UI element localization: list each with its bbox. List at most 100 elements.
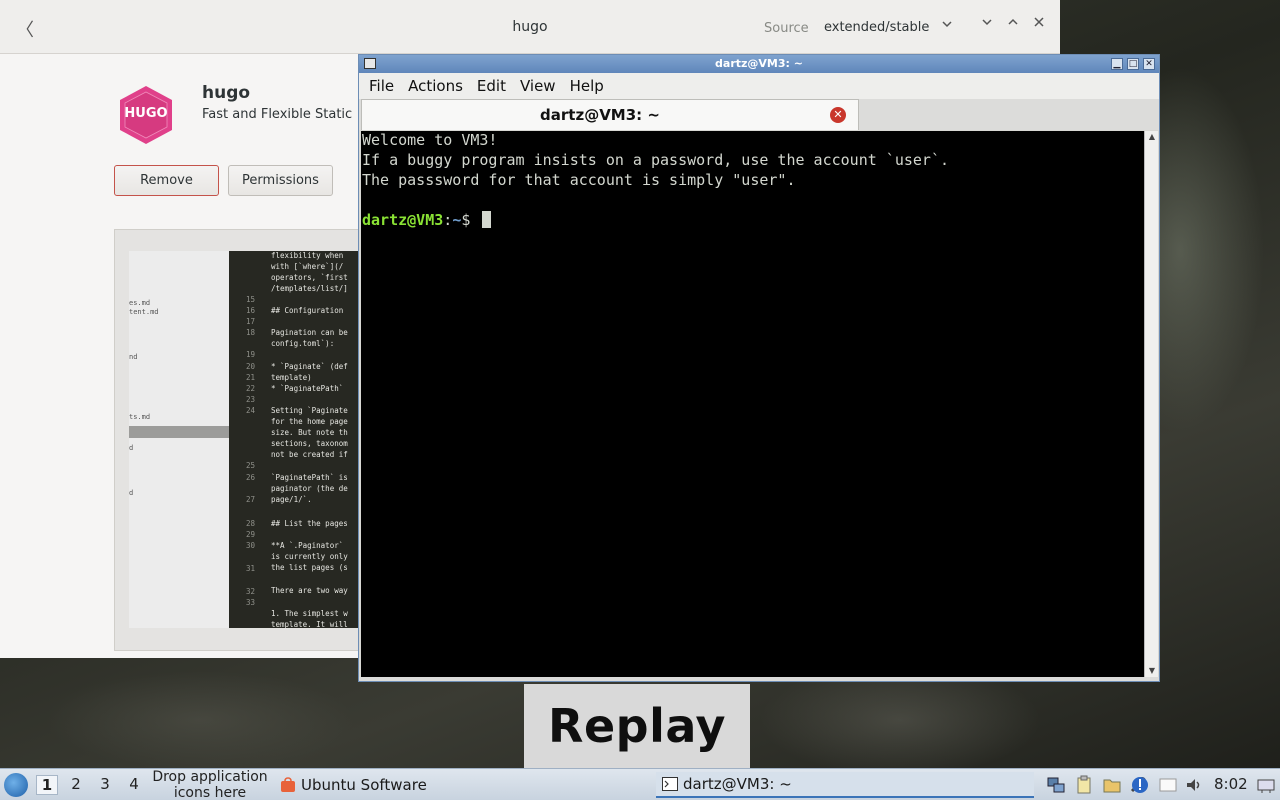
screenshot-code-line: page/1/`. <box>271 495 312 504</box>
window-minimize-chevron-icon[interactable] <box>978 16 996 32</box>
chevron-down-icon[interactable] <box>941 18 953 34</box>
terminal-cursor <box>482 211 492 228</box>
screenshot-line-number: 31 <box>245 564 255 573</box>
hugo-icon-label: HUGO <box>124 106 168 121</box>
screenshot-file-list: es.md tent.md nd ts.md d d <box>129 251 229 628</box>
remove-button[interactable]: Remove <box>114 165 219 196</box>
screenshot-line-number: 17 <box>245 317 255 326</box>
window-maximize-chevron-icon[interactable] <box>1004 16 1022 32</box>
terminal-tabbar: dartz@VM3: ~ ✕ <box>359 99 1159 130</box>
terminal-resize-edge[interactable] <box>359 677 1159 681</box>
menu-view[interactable]: View <box>520 77 556 95</box>
screenshot-code-line: sections, taxonom <box>271 439 348 448</box>
network-icon[interactable] <box>1046 775 1066 795</box>
permissions-button[interactable]: Permissions <box>228 165 333 196</box>
prompt-separator: : <box>443 211 453 229</box>
menu-edit[interactable]: Edit <box>477 77 506 95</box>
terminal-menubar: File Actions Edit View Help <box>359 73 1159 99</box>
prompt-user: dartz@VM3 <box>362 211 444 229</box>
screenshot-file-name: d <box>129 489 134 497</box>
screenshot-code-line: operators, `first <box>271 273 348 282</box>
screenshot-code-line: for the home page <box>271 417 348 426</box>
screenshot-line-number: 22 <box>245 384 255 393</box>
menu-help[interactable]: Help <box>570 77 604 95</box>
software-header: 〈 hugo Source extended/stable <box>0 0 1060 54</box>
task-terminal[interactable]: dartz@VM3: ~ <box>656 772 1034 798</box>
prompt-symbol: $ <box>461 211 471 229</box>
scroll-down-icon[interactable]: ▼ <box>1145 665 1159 677</box>
clipboard-icon[interactable] <box>1074 775 1094 795</box>
screenshot-code-line: not be created if <box>271 450 348 459</box>
workspace-2[interactable]: 2 <box>65 775 87 795</box>
screenshot-code-line: config.toml`): <box>271 339 335 348</box>
terminal-icon <box>662 776 678 792</box>
window-close-icon[interactable] <box>1030 16 1048 32</box>
screenshot-line-number: 16 <box>245 306 255 315</box>
prompt-path: ~ <box>452 211 462 229</box>
workspace-4[interactable]: 4 <box>123 775 145 795</box>
screenshot-code-line: ## Configuration <box>271 306 344 315</box>
minimize-icon[interactable]: ▁ <box>1111 58 1123 70</box>
start-menu-icon[interactable] <box>4 773 28 797</box>
volume-icon[interactable] <box>1184 775 1204 795</box>
screenshot-line-number: 27 <box>245 495 255 504</box>
screenshot-line-number: 33 <box>245 598 255 607</box>
source-select[interactable]: extended/stable <box>824 20 929 35</box>
quicklaunch-drop-hint: Drop application icons here <box>152 769 268 800</box>
update-alert-icon[interactable] <box>1130 775 1150 795</box>
terminal-output[interactable]: Welcome to VM3! If a buggy program insis… <box>361 131 1144 677</box>
screenshot-code-line: **A `.Paginator` <box>271 541 344 550</box>
tab-close-icon[interactable]: ✕ <box>830 107 846 123</box>
screenshot-file-name: es.md <box>129 299 151 307</box>
replay-label: Replay <box>548 699 726 753</box>
terminal-line: If a buggy program insists on a password… <box>362 151 949 169</box>
power-icon[interactable] <box>1256 775 1276 795</box>
screenshot-code-line: /templates/list/] <box>271 284 348 293</box>
notes-icon[interactable] <box>1158 775 1178 795</box>
screenshot-code-line: Setting `Paginate <box>271 406 348 415</box>
workspace-3[interactable]: 3 <box>94 775 116 795</box>
app-screenshot[interactable]: es.md tent.md nd ts.md d d flexibility when wi… <box>114 229 364 651</box>
screenshot-line-number: 19 <box>245 350 255 359</box>
app-name: hugo <box>202 83 251 103</box>
replay-overlay[interactable]: Replay <box>524 684 750 768</box>
screenshot-file-name: ts.md <box>129 413 151 421</box>
menu-actions[interactable]: Actions <box>408 77 463 95</box>
task-label: Ubuntu Software <box>301 776 427 794</box>
screenshot-code-line: 1. The simplest w <box>271 609 348 618</box>
screenshot-code-line: flexibility when <box>271 251 344 260</box>
workspace-1[interactable]: 1 <box>36 775 58 795</box>
terminal-tab[interactable]: dartz@VM3: ~ ✕ <box>361 99 859 130</box>
scroll-up-icon[interactable]: ▲ <box>1145 131 1159 143</box>
screenshot-code-line: is currently only <box>271 552 348 561</box>
maximize-icon[interactable]: □ <box>1127 58 1139 70</box>
screenshot-code-line: paginator (the de <box>271 484 348 493</box>
screenshot-code-line: Pagination can be <box>271 328 348 337</box>
screenshot-line-number: 32 <box>245 587 255 596</box>
screenshot-line-number: 29 <box>245 530 255 539</box>
screenshot-line-number: 20 <box>245 362 255 371</box>
back-chevron-icon[interactable]: 〈 <box>16 16 36 41</box>
terminal-tab-title: dartz@VM3: ~ <box>540 106 660 124</box>
terminal-window: dartz@VM3: ~ ▁ □ ✕ File Actions Edit Vie… <box>358 54 1160 682</box>
screenshot-selected-row <box>129 426 229 438</box>
screenshot-line-number: 28 <box>245 519 255 528</box>
terminal-window-title: dartz@VM3: ~ <box>715 57 803 70</box>
screenshot-line-number: 23 <box>245 395 255 404</box>
screenshot-line-number: 15 <box>245 295 255 304</box>
menu-file[interactable]: File <box>369 77 394 95</box>
software-title: hugo <box>512 19 548 35</box>
terminal-scrollbar[interactable]: ▲ ▼ <box>1144 131 1158 677</box>
terminal-titlebar[interactable]: dartz@VM3: ~ ▁ □ ✕ <box>359 55 1159 73</box>
close-icon[interactable]: ✕ <box>1143 58 1155 70</box>
terminal-line: The passsword for that account is simply… <box>362 171 796 189</box>
screenshot-line-number: 21 <box>245 373 255 382</box>
screenshot-file-name: tent.md <box>129 308 159 316</box>
screenshot-code-line: * `Paginate` (def <box>271 362 348 371</box>
task-ubuntu-software[interactable]: Ubuntu Software <box>280 772 620 798</box>
screenshot-file-name: d <box>129 444 134 452</box>
screenshot-code-line: with [`where`](/ <box>271 262 344 271</box>
screenshot-line-number: 24 <box>245 406 255 415</box>
screenshot-code-line: `PaginatePath` is <box>271 473 348 482</box>
file-manager-icon[interactable] <box>1102 775 1122 795</box>
